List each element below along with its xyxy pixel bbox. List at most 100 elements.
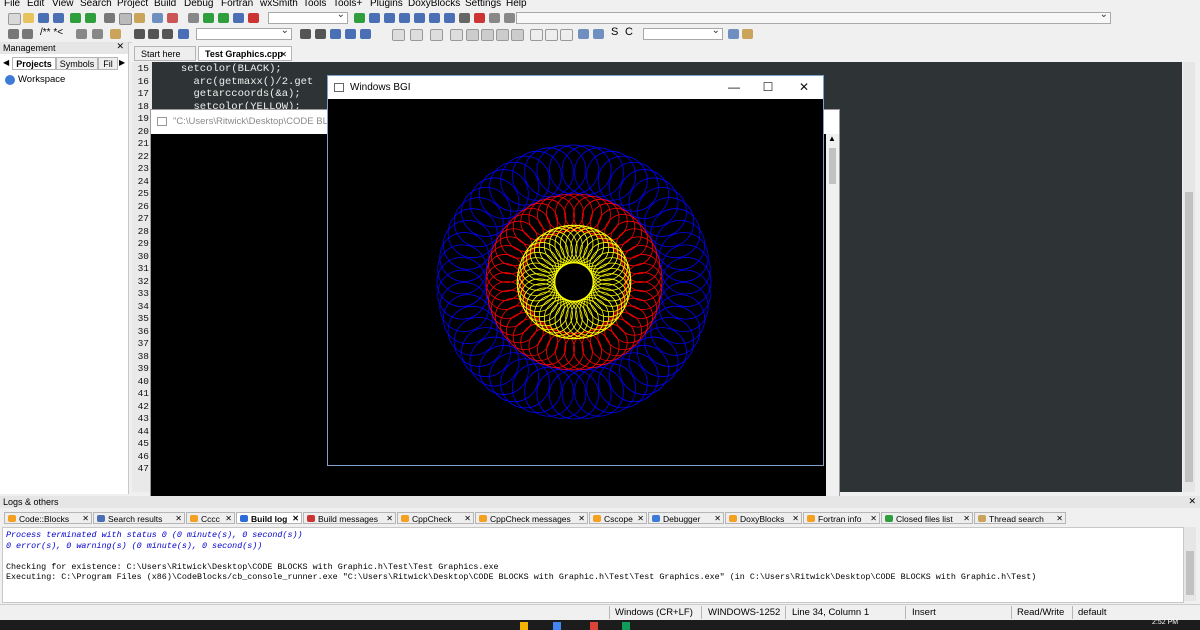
menu-tools[interactable]: Tools+ — [333, 0, 362, 9]
scrollbar-thumb[interactable] — [1185, 192, 1193, 482]
log-tab-build-log[interactable]: Build log ✕ — [236, 512, 302, 524]
code-completion-scope-dropdown[interactable] — [516, 9, 1111, 24]
save-icon[interactable] — [38, 13, 49, 23]
doxy-extract-icon[interactable] — [92, 29, 103, 39]
match-brace-icon[interactable] — [178, 29, 189, 39]
log-tab-closed-files-list[interactable]: Closed files list ✕ — [881, 512, 973, 524]
log-tab-close-icon[interactable]: ✕ — [792, 513, 799, 525]
bgi-title-bar[interactable]: Windows BGI — ☐ ✕ — [328, 76, 823, 99]
search-options-icon[interactable] — [742, 29, 753, 39]
highlight-icon[interactable] — [110, 29, 121, 39]
log-tab-code-blocks[interactable]: Code::Blocks ✕ — [4, 512, 92, 524]
console-scrollbar[interactable]: ▲ ▼ — [826, 134, 839, 509]
pause-icon[interactable] — [459, 13, 470, 23]
console-scroll-up-icon[interactable]: ▲ — [828, 134, 836, 143]
log-tab-close-icon[interactable]: ✕ — [714, 513, 721, 525]
build-run-icon[interactable] — [218, 13, 229, 23]
logs-scroll-thumb[interactable] — [1186, 551, 1194, 595]
save-all-icon[interactable] — [53, 13, 64, 23]
window-box3-icon[interactable] — [560, 29, 573, 41]
run-icon[interactable] — [203, 13, 214, 23]
close-button[interactable]: ✕ — [787, 76, 821, 99]
log-tab-close-icon[interactable]: ✕ — [637, 513, 644, 525]
log-tab-search-results[interactable]: Search results ✕ — [93, 512, 185, 524]
log-tab-close-icon[interactable]: ✕ — [578, 513, 585, 525]
abort-icon[interactable] — [248, 13, 259, 23]
jump-forward-icon[interactable] — [22, 29, 33, 39]
menu-plugins[interactable]: Plugins — [370, 0, 403, 9]
window-box2-icon[interactable] — [545, 29, 558, 41]
log-tab-close-icon[interactable]: ✕ — [464, 513, 471, 525]
align-right-icon[interactable] — [496, 29, 509, 41]
log-tab-close-icon[interactable]: ✕ — [870, 513, 877, 525]
log-tab-cppcheck-messages[interactable]: CppCheck messages ✕ — [475, 512, 588, 524]
layout-v-icon[interactable] — [450, 29, 463, 41]
maximize-button[interactable]: ☐ — [751, 76, 785, 99]
menu-fortran[interactable]: Fortran — [221, 0, 253, 9]
undo-icon[interactable] — [70, 13, 81, 23]
log-tab-cccc[interactable]: Cccc ✕ — [186, 512, 235, 524]
zoom-out-icon[interactable] — [593, 29, 604, 39]
bookmark-next-icon[interactable] — [162, 29, 173, 39]
taskbar-app-icon[interactable] — [622, 622, 630, 630]
log-tab-close-icon[interactable]: ✕ — [386, 513, 393, 525]
spell-s-icon[interactable]: S — [611, 26, 618, 38]
align-left-icon[interactable] — [466, 29, 479, 41]
replace-icon[interactable] — [167, 13, 178, 23]
menu-search[interactable]: Search — [80, 0, 112, 9]
open-folder-icon[interactable] — [23, 13, 34, 23]
next-line-icon[interactable] — [384, 13, 395, 23]
new-file-icon[interactable] — [8, 13, 21, 25]
debug-run-icon[interactable] — [354, 13, 365, 23]
tab-test-graphics[interactable]: Test Graphics.cpp ✕ — [198, 46, 292, 61]
menu-settings[interactable]: Settings — [465, 0, 501, 9]
find-icon[interactable] — [152, 13, 163, 23]
tab-start-here[interactable]: Start here — [134, 46, 196, 61]
menu-edit[interactable]: Edit — [27, 0, 44, 9]
menu-help[interactable]: Help — [506, 0, 527, 9]
bookmark-toggle-icon[interactable] — [148, 29, 159, 39]
tab-projects[interactable]: Projects — [12, 57, 56, 70]
redo-icon[interactable] — [85, 13, 96, 23]
paste-icon[interactable] — [134, 13, 145, 23]
tab-symbols[interactable]: Symbols — [56, 57, 98, 70]
spell-c-icon[interactable]: C — [625, 26, 633, 38]
doxy-comment-button[interactable]: /** *< — [40, 27, 63, 38]
step-out-icon[interactable] — [414, 13, 425, 23]
taskbar-app-icon[interactable] — [520, 622, 528, 630]
window-box-icon[interactable] — [530, 29, 543, 41]
log-tab-close-icon[interactable]: ✕ — [1056, 513, 1063, 525]
rebuild-icon[interactable] — [233, 13, 244, 23]
minimize-button[interactable]: — — [717, 76, 751, 99]
logs-scrollbar[interactable] — [1184, 527, 1196, 601]
workspace-node[interactable]: Workspace — [18, 74, 65, 85]
menu-doxyblocks[interactable]: DoxyBlocks — [408, 0, 460, 9]
log-tab-fortran-info[interactable]: Fortran info ✕ — [803, 512, 880, 524]
log-tab-thread-search[interactable]: Thread search ✕ — [974, 512, 1066, 524]
select-tool-icon[interactable] — [392, 29, 405, 41]
tab-scroll-right-icon[interactable]: ▶ — [119, 58, 125, 67]
copy-icon[interactable] — [119, 13, 132, 25]
menu-wxsmith[interactable]: wxSmith — [260, 0, 298, 9]
nav-forward-icon[interactable] — [315, 29, 326, 39]
log-tab-close-icon[interactable]: ✕ — [225, 513, 232, 525]
find-symbol-icon[interactable] — [330, 29, 341, 39]
nav-back-icon[interactable] — [300, 29, 311, 39]
log-tab-doxyblocks[interactable]: DoxyBlocks ✕ — [725, 512, 802, 524]
debug-windows-icon[interactable] — [489, 13, 500, 23]
align-center-icon[interactable] — [481, 29, 494, 41]
symbol-dropdown[interactable] — [643, 25, 723, 40]
debug-info-icon[interactable] — [504, 13, 515, 23]
log-tab-cppcheck[interactable]: CppCheck ✕ — [397, 512, 474, 524]
log-tab-close-icon[interactable]: ✕ — [175, 513, 182, 525]
tab-scroll-left-icon[interactable]: ◀ — [3, 58, 9, 67]
log-tab-build-messages[interactable]: Build messages ✕ — [303, 512, 396, 524]
cut-icon[interactable] — [104, 13, 115, 23]
jump-back-icon[interactable] — [8, 29, 19, 39]
log-tab-close-icon[interactable]: ✕ — [82, 513, 89, 525]
doxy-wizard-icon[interactable] — [76, 29, 87, 39]
find-impl-icon[interactable] — [360, 29, 371, 39]
logs-close-icon[interactable]: ✕ — [1188, 496, 1196, 507]
editor-vertical-scrollbar[interactable] — [1183, 62, 1195, 492]
next-instruction-icon[interactable] — [429, 13, 440, 23]
